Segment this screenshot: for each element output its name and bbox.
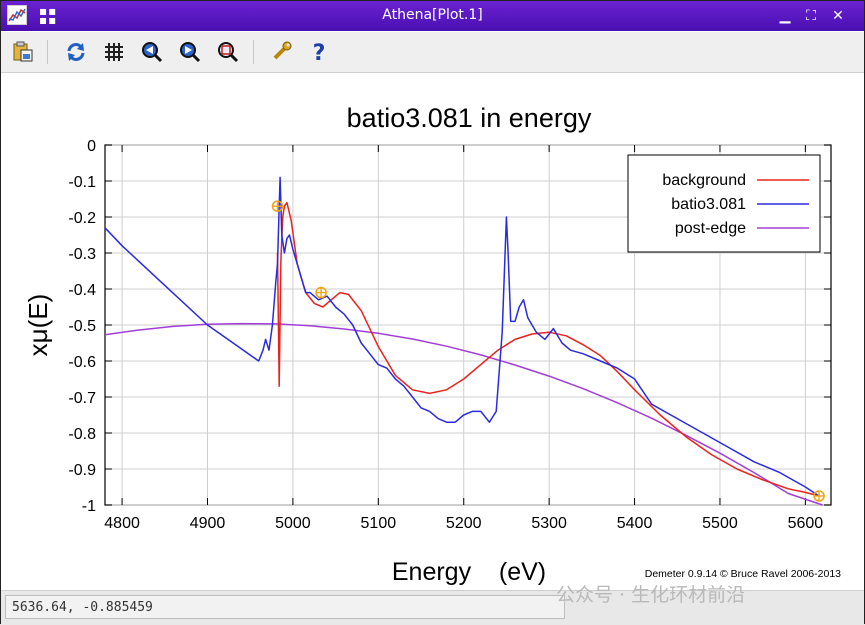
y-tick-label: -0.1 xyxy=(68,174,96,191)
window-title: Athena[Plot.1] xyxy=(382,7,483,23)
maximize-icon[interactable]: ⛶ xyxy=(802,7,820,25)
toolbar: ? xyxy=(1,32,864,73)
plot-window: ▪▪ ▪▪ Athena[Plot.1] ▁ ⛶ ✕ ? batio3.081 … xyxy=(0,0,865,625)
y-tick-label: -0.9 xyxy=(68,462,96,479)
y-tick-label: 0 xyxy=(87,138,96,155)
marker-point xyxy=(315,286,327,299)
y-tick-label: -0.2 xyxy=(68,210,96,227)
x-tick-label: 5500 xyxy=(702,515,738,532)
toolbar-separator xyxy=(253,40,254,64)
x-tick-label: 4900 xyxy=(190,515,226,532)
help-button[interactable]: ? xyxy=(307,40,331,66)
x-tick-label: 5000 xyxy=(275,515,311,532)
y-tick-label: -0.6 xyxy=(68,354,96,371)
zoom-reset-icon xyxy=(218,42,239,63)
credit-text: Demeter 0.9.14 © Bruce Ravel 2006-2013 xyxy=(645,568,841,580)
grid-icon xyxy=(105,43,123,61)
title-bar[interactable]: ▪▪ ▪▪ Athena[Plot.1] ▁ ⛶ ✕ xyxy=(1,1,864,31)
zoom-out-button[interactable] xyxy=(140,40,164,64)
legend: background batio3.081 post-edge xyxy=(627,154,821,253)
x-tick-label: 5200 xyxy=(446,515,482,532)
x-tick-label: 5300 xyxy=(531,515,567,532)
zoom-out-icon xyxy=(142,42,163,63)
zoom-reset-button[interactable] xyxy=(216,40,240,64)
y-tick-label: -1 xyxy=(82,498,96,515)
plot-canvas[interactable]: batio3.081 in energy 4800 4900 5000 5100 520… xyxy=(1,73,864,589)
y-tick-label: -0.7 xyxy=(68,390,96,407)
y-tick-label: -0.5 xyxy=(68,318,96,335)
replot-button[interactable] xyxy=(64,40,88,64)
chart-title: batio3.081 in energy xyxy=(347,103,592,133)
wrench-icon xyxy=(273,41,292,60)
minimize-icon[interactable]: ▁ xyxy=(776,7,794,25)
x-tick-label: 5100 xyxy=(361,515,397,532)
x-axis-label: Energy (eV) xyxy=(392,558,546,586)
save-plot-button[interactable] xyxy=(11,40,35,64)
zoom-in-icon xyxy=(180,42,201,63)
close-icon[interactable]: ✕ xyxy=(829,7,847,25)
legend-label: batio3.081 xyxy=(671,196,746,213)
refresh-icon xyxy=(67,43,85,61)
svg-text:?: ? xyxy=(313,41,326,64)
toggle-grid-button[interactable] xyxy=(102,40,126,64)
settings-button[interactable] xyxy=(269,40,293,64)
clipboard-icon xyxy=(13,41,33,62)
marker-point xyxy=(271,200,284,212)
toolbar-separator xyxy=(47,40,48,64)
y-axis-label: xμ(E) xyxy=(23,294,53,357)
x-tick-label: 4800 xyxy=(104,515,140,532)
legend-label: background xyxy=(662,172,746,189)
marker-point xyxy=(813,490,825,502)
help-icon: ? xyxy=(313,41,326,66)
watermark: 公众号 · 生化环材前沿 xyxy=(556,584,746,606)
x-tick-label: 5600 xyxy=(788,515,824,532)
x-tick-label: 5400 xyxy=(617,515,653,532)
plot-area[interactable]: batio3.081 in energy 4800 4900 5000 5100 520… xyxy=(1,73,864,589)
y-tick-label: -0.4 xyxy=(68,282,96,299)
legend-label: post-edge xyxy=(675,220,746,237)
y-tick-label: -0.8 xyxy=(68,426,96,443)
zoom-in-button[interactable] xyxy=(178,40,202,64)
y-tick-label: -0.3 xyxy=(68,246,96,263)
cursor-readout: 5636.64, -0.885459 xyxy=(5,595,565,619)
